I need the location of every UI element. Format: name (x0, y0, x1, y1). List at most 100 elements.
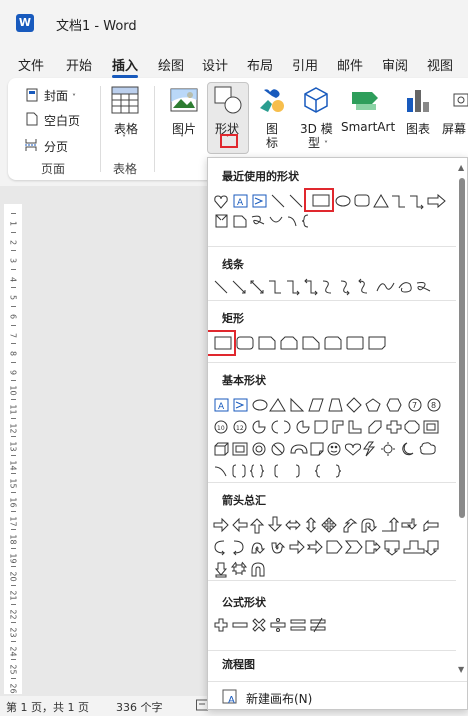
scrollbar-thumb[interactable] (459, 178, 465, 518)
chevron-down-icon: ˅ (122, 134, 126, 143)
picture-icon (170, 88, 198, 115)
ruler-tick (11, 213, 16, 214)
gallery-scrollbar[interactable]: ▲ ▼ (456, 158, 467, 678)
cover-page-label: 封面 (44, 89, 69, 103)
window-title: 文档1 - Word (56, 19, 137, 34)
recent-shapes-icons-2[interactable] (212, 212, 342, 232)
icons-icon (258, 86, 286, 117)
ruler-tick (11, 306, 16, 307)
basic-shape-icons-2[interactable]: 10 12 (212, 418, 452, 438)
ruler-number: 5 (8, 295, 18, 301)
recent-shapes-row-2 (212, 212, 452, 232)
ruler-number: 19 (8, 553, 18, 564)
arrow-shape-icons-3[interactable] (212, 560, 292, 580)
ruler-number: 13 (8, 441, 18, 452)
ruler-number: 21 (8, 590, 18, 601)
ruler-tick (11, 436, 16, 438)
tab-review[interactable]: 审阅 (382, 55, 408, 74)
ruler-tick (11, 640, 16, 642)
ruler-tick (11, 603, 16, 605)
equation-row (212, 616, 452, 636)
ruler-tick (11, 678, 16, 679)
chart-button[interactable]: 图表 (406, 120, 430, 137)
blank-page-button[interactable]: 空白页 (44, 112, 80, 129)
ruler-number: 17 (8, 516, 18, 527)
page-count[interactable]: 第 1 页，共 1 页 (6, 699, 89, 715)
page-break-button[interactable]: 分页 (44, 138, 68, 155)
ruler-tick (11, 622, 16, 624)
tab-view[interactable]: 视图 (427, 55, 453, 74)
shapes-icon (214, 86, 242, 117)
arrows-row-2 (212, 538, 452, 558)
group-divider (100, 86, 101, 172)
basic-shape-icons-1[interactable]: A 7 8 (212, 396, 452, 416)
svg-text:10: 10 (217, 425, 225, 432)
tab-design[interactable]: 设计 (202, 55, 228, 74)
ruler-tick (11, 250, 16, 252)
tab-draw[interactable]: 绘图 (158, 55, 184, 74)
ruler-number: 18 (8, 534, 18, 545)
svg-text:A: A (237, 198, 244, 208)
recent-shapes-title: 最近使用的形状 (222, 170, 299, 183)
chevron-down-icon[interactable]: ˅ (225, 134, 230, 145)
ruler-number: 11 (8, 404, 18, 415)
lines-title: 线条 (222, 258, 244, 271)
smartart-icon (350, 86, 384, 117)
basic-shape-icons-3[interactable] (212, 440, 452, 460)
group-label-table: 表格 (113, 162, 138, 176)
ruler-tick (11, 492, 16, 493)
ruler-number: 12 (8, 423, 18, 434)
3d-models-icon (302, 86, 330, 117)
canvas-icon: A (222, 689, 238, 708)
3d-models-label-text: 型 (308, 136, 321, 150)
arrow-shape-icons-1[interactable] (212, 516, 452, 536)
tab-mailings[interactable]: 邮件 (337, 55, 363, 74)
ruler-number: 7 (8, 332, 18, 338)
ruler-tick (11, 399, 16, 400)
icons-label-2: 标 (266, 136, 279, 150)
flowchart-title: 流程图 (222, 658, 255, 671)
svg-text:8: 8 (431, 401, 436, 410)
3d-models-label-2: 型 ˅ (308, 134, 328, 151)
basic-shapes-row-2: 10 12 (212, 418, 452, 438)
tab-insert[interactable]: 插入 (112, 55, 138, 74)
chart-icon (405, 86, 431, 117)
basic-shape-icons-4[interactable] (212, 462, 352, 482)
screenshot-button[interactable]: 屏幕 (442, 120, 466, 137)
equation-shape-icons[interactable] (212, 616, 342, 636)
chevron-down-icon: ˅ (324, 140, 329, 149)
table-button[interactable]: 表格 (114, 120, 138, 137)
basic-shapes-section: 基本形状 A 7 8 10 12 (208, 362, 456, 482)
rectangle-shape-highlight (208, 330, 236, 356)
picture-button[interactable]: 图片 (172, 120, 196, 137)
chevron-down-icon: ˅ (180, 134, 184, 143)
arrow-shape-icons-2[interactable] (212, 538, 452, 558)
new-canvas-button[interactable]: A 新建画布(N) (208, 681, 467, 709)
ruler-tick (11, 287, 16, 289)
blank-page-icon (26, 112, 38, 129)
ruler-tick (11, 473, 16, 475)
tab-layout[interactable]: 布局 (247, 55, 273, 74)
vertical-ruler: 1 2 3 4 5 6 7 8 9 10 11 12 13 14 15 16 17 18 19 20 21 22 23 24 2… (4, 204, 22, 694)
lines-row (212, 278, 452, 298)
ruler-number: 1 (8, 220, 18, 227)
tab-home[interactable]: 开始 (66, 55, 92, 74)
ruler-number: 23 (8, 627, 18, 638)
scroll-down-icon[interactable]: ▼ (458, 666, 466, 674)
line-shape-icons[interactable] (212, 278, 452, 298)
ruler-number: 20 (8, 571, 18, 582)
cover-page-button[interactable]: 封面 ˅ (44, 87, 76, 104)
rectangles-section: 矩形 (208, 300, 456, 362)
smartart-button[interactable]: SmartArt (341, 120, 395, 134)
rectangle-shape-icons[interactable] (212, 334, 402, 354)
svg-text:7: 7 (412, 401, 417, 410)
equation-shapes-title: 公式形状 (222, 596, 266, 609)
tab-file[interactable]: 文件 (18, 55, 44, 74)
scroll-up-icon[interactable]: ▲ (458, 164, 466, 172)
ruler-number: 9 (8, 369, 18, 375)
screenshot-icon (452, 88, 468, 115)
word-count[interactable]: 336 个字 (116, 699, 163, 715)
tab-references[interactable]: 引用 (292, 55, 318, 74)
ruler-tick (11, 268, 16, 270)
ruler-tick (11, 417, 16, 419)
